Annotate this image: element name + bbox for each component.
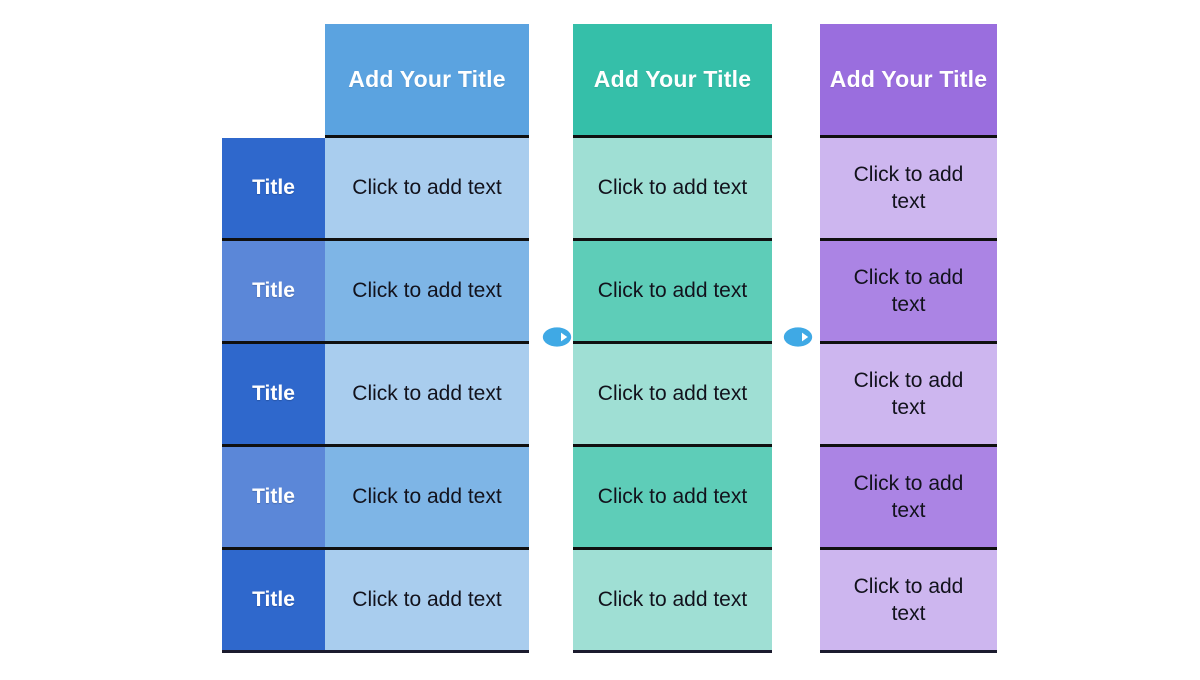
row-content-cell[interactable]: Click to add text xyxy=(325,241,529,341)
row-title-label: Title xyxy=(252,176,295,199)
table-row: Click to add text xyxy=(820,550,997,653)
teal-column-rows: Click to add text Click to add text Click … xyxy=(573,138,772,653)
column-header-label: Add Your Title xyxy=(829,65,988,92)
row-title-label: Title xyxy=(252,588,295,611)
row-content-placeholder: Click to add text xyxy=(352,279,502,303)
arrow-right-circle-icon xyxy=(542,326,572,348)
row-title-cell[interactable]: Title xyxy=(222,550,325,650)
row-title-label: Title xyxy=(252,485,295,508)
row-content-placeholder: Click to add text xyxy=(853,471,964,522)
table-row: Click to add text xyxy=(820,241,997,344)
table-row: Title Click to add text xyxy=(222,550,529,653)
row-content-placeholder: Click to add text xyxy=(597,279,748,303)
row-title-cell[interactable]: Title xyxy=(222,241,325,341)
row-content-cell[interactable]: Click to add text xyxy=(573,241,772,341)
row-content-placeholder: Click to add text xyxy=(352,382,502,406)
table-row: Title Click to add text xyxy=(222,138,529,241)
row-title-cell[interactable]: Title xyxy=(222,138,325,238)
table-row: Click to add text xyxy=(573,550,772,653)
blue-column: Add Your Title Title Click to add text Titl… xyxy=(222,24,529,653)
row-title-label: Title xyxy=(252,382,295,405)
row-content-cell[interactable]: Click to add text xyxy=(325,344,529,444)
row-content-cell[interactable]: Click to add text xyxy=(325,447,529,547)
row-content-cell[interactable]: Click to add text xyxy=(820,447,997,547)
table-row: Click to add text xyxy=(820,138,997,241)
row-content-placeholder: Click to add text xyxy=(597,588,748,612)
row-content-placeholder: Click to add text xyxy=(853,368,964,419)
table-row: Title Click to add text xyxy=(222,447,529,550)
table-row: Click to add text xyxy=(573,344,772,447)
row-content-cell[interactable]: Click to add text xyxy=(820,344,997,444)
table-row: Click to add text xyxy=(573,138,772,241)
teal-column-header[interactable]: Add Your Title xyxy=(573,24,772,138)
row-content-placeholder: Click to add text xyxy=(352,588,502,612)
table-row: Click to add text xyxy=(573,241,772,344)
row-title-cell[interactable]: Title xyxy=(222,344,325,444)
row-content-cell[interactable]: Click to add text xyxy=(325,550,529,650)
row-content-placeholder: Click to add text xyxy=(853,265,964,316)
table-row: Title Click to add text xyxy=(222,344,529,447)
row-content-placeholder: Click to add text xyxy=(352,485,502,509)
row-title-label: Title xyxy=(252,279,295,302)
purple-column-header[interactable]: Add Your Title xyxy=(820,24,997,138)
row-content-cell[interactable]: Click to add text xyxy=(820,138,997,238)
row-content-cell[interactable]: Click to add text xyxy=(573,138,772,238)
table-row: Title Click to add text xyxy=(222,241,529,344)
purple-column-rows: Click to add text Click to add text Click … xyxy=(820,138,997,653)
row-content-placeholder: Click to add text xyxy=(597,176,748,200)
arrow-right-circle-icon xyxy=(783,326,813,348)
row-content-placeholder: Click to add text xyxy=(853,162,964,213)
row-content-cell[interactable]: Click to add text xyxy=(820,241,997,341)
row-title-cell[interactable]: Title xyxy=(222,447,325,547)
slide-canvas: Add Your Title Title Click to add text Titl… xyxy=(0,0,1200,680)
table-row: Click to add text xyxy=(573,447,772,550)
column-header-label: Add Your Title xyxy=(593,65,752,92)
table-row: Click to add text xyxy=(820,447,997,550)
purple-column: Add Your Title Click to add text Click to … xyxy=(820,24,997,653)
table-row: Click to add text xyxy=(820,344,997,447)
row-content-cell[interactable]: Click to add text xyxy=(325,138,529,238)
row-content-cell[interactable]: Click to add text xyxy=(573,550,772,650)
row-content-cell[interactable]: Click to add text xyxy=(820,550,997,650)
row-content-cell[interactable]: Click to add text xyxy=(573,447,772,547)
teal-column: Add Your Title Click to add text Click to … xyxy=(573,24,772,653)
column-header-label: Add Your Title xyxy=(348,65,506,92)
blue-column-rows: Title Click to add text Title Click to add … xyxy=(222,138,529,653)
row-content-placeholder: Click to add text xyxy=(853,574,964,625)
row-content-placeholder: Click to add text xyxy=(597,485,748,509)
row-content-placeholder: Click to add text xyxy=(597,382,748,406)
blue-column-header[interactable]: Add Your Title xyxy=(325,24,529,138)
row-content-placeholder: Click to add text xyxy=(352,176,502,200)
row-content-cell[interactable]: Click to add text xyxy=(573,344,772,444)
